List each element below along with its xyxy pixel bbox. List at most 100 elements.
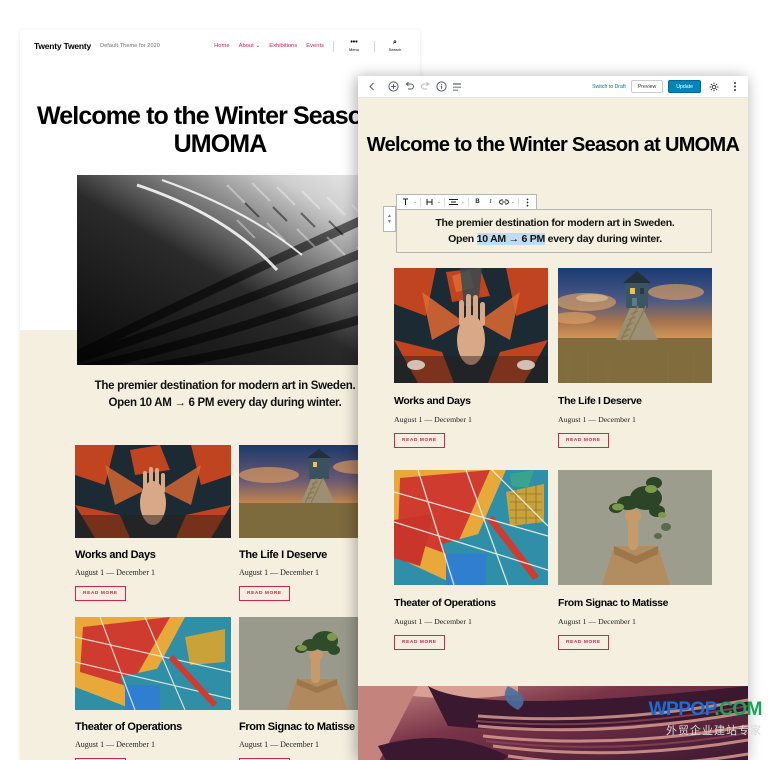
add-block-icon[interactable] [385,79,401,95]
hand-with-greens-art [558,470,712,585]
card-thumbnail [394,268,548,383]
read-more-button[interactable]: READ MORE [75,586,126,601]
block-mover-controls: ▲ ▼ [383,206,396,232]
block-editor-window: Switch to Draft Preview Update Welcome t… [358,76,748,760]
read-more-button[interactable]: READ MORE [558,635,609,650]
abstract-painting-art [394,470,548,585]
card-thumbnail [558,470,712,585]
redo-icon[interactable] [417,79,433,95]
exhibition-card[interactable]: Theater of Operations August 1 — Decembe… [75,617,231,760]
card-title: Theater of Operations [75,721,182,733]
move-down-icon[interactable]: ▼ [387,219,392,225]
site-exhibition-grid: Works and Days August 1 — December 1 REA… [75,445,395,760]
paragraph-line-2-pre: Open [448,233,477,245]
house-on-rock-art [558,268,712,383]
nav-item-events[interactable]: Events [306,43,324,49]
paragraph-line-2: Open 10 AM → 6 PM every day during winte… [448,232,662,248]
nav-item-home[interactable]: Home [214,43,229,49]
search-icon: ⌕ [393,39,397,46]
toolbar-divider-4 [518,197,519,207]
menu-button-label: Menu [348,47,359,52]
paragraph-line-2-post: every day during winter. [545,233,662,245]
chevron-down-icon-2[interactable]: ⌄ [436,196,442,209]
exhibition-card[interactable]: The Life I Deserve August 1 — December 1… [558,268,712,448]
slot-canyon-art [358,686,748,760]
switch-to-draft-button[interactable]: Switch to Draft [592,84,626,90]
italic-icon[interactable]: I [484,196,497,209]
card-date: August 1 — December 1 [394,415,472,424]
chevron-down-icon-3[interactable]: ⌄ [460,196,466,209]
nav-item-exhibitions[interactable]: Exhibitions [269,43,297,49]
move-up-icon[interactable]: ▲ [387,213,392,219]
card-thumbnail [75,445,231,538]
editor-toolbar: Switch to Draft Preview Update [358,76,748,98]
card-thumbnail [75,617,231,710]
align-text-icon[interactable] [447,196,460,209]
red-forms-with-hand-art [75,445,231,538]
more-options-icon[interactable] [521,196,534,209]
site-tagline: Default Theme for 2020 [100,43,160,49]
list-view-icon[interactable] [449,79,465,95]
read-more-button[interactable]: READ MORE [558,433,609,448]
site-intro-paragraph: The premier destination for modern art i… [60,378,390,411]
more-menu-icon[interactable] [727,79,743,95]
card-title: Theater of Operations [394,597,496,609]
exhibition-card[interactable]: Theater of Operations August 1 — Decembe… [394,470,548,650]
chevron-down-icon[interactable]: ⌄ [412,196,418,209]
block-format-toolbar: ⌄ ⌄ ⌄ B I ⌄ [396,194,537,209]
editor-exhibition-grid: Works and Days August 1 — December 1 REA… [394,268,712,672]
site-intro-line-2: Open 10 AM → 6 PM every day during winte… [108,396,342,409]
card-title: The Life I Deserve [558,395,642,407]
paragraph-type-icon[interactable] [399,196,412,209]
site-primary-nav: Home About ⌄ Exhibitions Events ••• Menu… [214,39,406,52]
editor-bottom-image-block[interactable] [358,686,748,760]
nav-item-about[interactable]: About ⌄ [239,43,261,49]
card-title: Works and Days [394,395,471,407]
preview-button[interactable]: Preview [630,80,664,93]
card-thumbnail [558,268,712,383]
card-title: Works and Days [75,549,156,561]
read-more-button[interactable]: READ MORE [394,433,445,448]
exhibition-card[interactable]: From Signac to Matisse August 1 — Decemb… [558,470,712,650]
link-icon[interactable] [497,196,510,209]
menu-icon: ••• [350,39,358,46]
site-brand[interactable]: Twenty Twenty [34,41,91,51]
editor-grid-row-1: Works and Days August 1 — December 1 REA… [394,268,712,448]
menu-button[interactable]: ••• Menu [343,39,365,52]
info-icon[interactable] [433,79,449,95]
card-date: August 1 — December 1 [558,617,636,626]
bold-icon[interactable]: B [471,196,484,209]
screenshot-root: Twenty Twenty Default Theme for 2020 Hom… [0,0,768,760]
search-button[interactable]: ⌕ Search [384,39,406,52]
read-more-button[interactable]: READ MORE [239,586,290,601]
card-date: August 1 — December 1 [558,415,636,424]
heading-level-icon[interactable] [423,196,436,209]
read-more-button[interactable]: READ MORE [394,635,445,650]
card-title: From Signac to Matisse [558,597,669,609]
gear-icon[interactable] [706,79,722,95]
search-button-label: Search [388,47,402,52]
chevron-down-icon-4[interactable]: ⌄ [510,196,516,209]
nav-divider-2 [374,40,375,52]
card-date: August 1 — December 1 [394,617,472,626]
red-forms-with-hand-art [394,268,548,383]
exhibition-card[interactable]: Works and Days August 1 — December 1 REA… [75,445,231,601]
editor-canvas: Welcome to the Winter Season at UMOMA ⌄ … [358,98,748,760]
editor-heading-block[interactable]: Welcome to the Winter Season at UMOMA [358,133,748,157]
site-intro-line-1: The premier destination for modern art i… [94,380,356,392]
card-date: August 1 — December 1 [75,740,155,749]
editor-grid-row-2: Theater of Operations August 1 — Decembe… [394,470,712,650]
back-arrow-icon[interactable] [363,79,379,95]
publish-button[interactable]: Update [668,80,701,93]
paragraph-line-1: The premier destination for modern art i… [435,217,675,230]
exhibition-card[interactable]: Works and Days August 1 — December 1 REA… [394,268,548,448]
paragraph-text: The premier destination for modern art i… [397,210,713,254]
toolbar-divider-1 [420,197,421,207]
nav-divider-1 [333,40,334,52]
selected-paragraph-block[interactable]: The premier destination for modern art i… [396,209,712,253]
selected-text-range: 10 AM → 6 PM [476,233,546,245]
toolbar-divider-2 [444,197,445,207]
undo-icon[interactable] [401,79,417,95]
site-header: Twenty Twenty Default Theme for 2020 Hom… [20,30,420,62]
editor-toolbar-actions: Switch to Draft Preview Update [592,79,743,95]
